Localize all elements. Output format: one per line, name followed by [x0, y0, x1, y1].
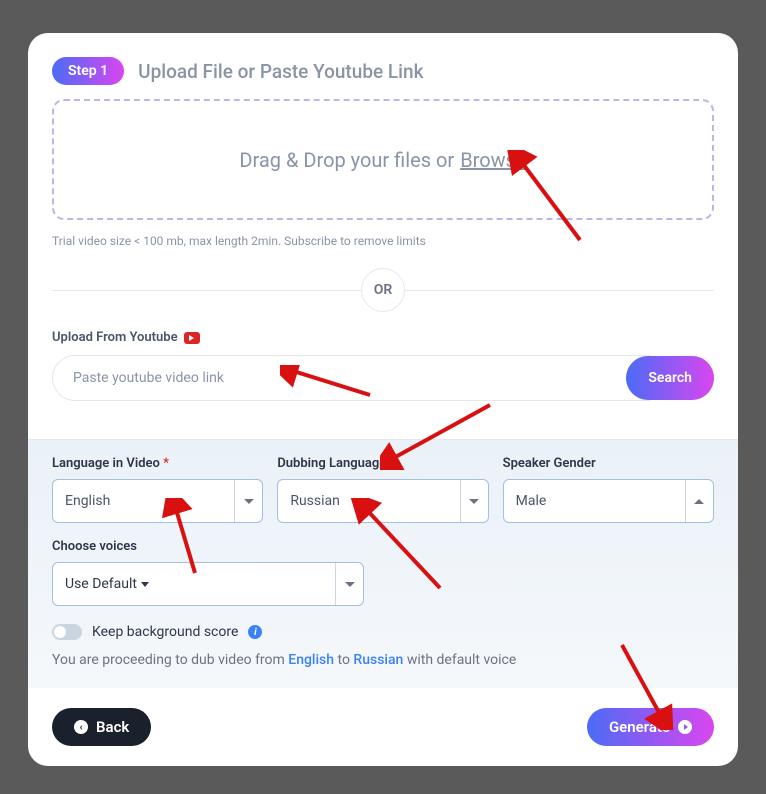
chevron-down-icon: [460, 480, 488, 522]
select-value: Russian: [290, 493, 340, 509]
proceed-note: You are proceeding to dub video from Eng…: [52, 652, 714, 668]
youtube-icon: [184, 332, 200, 344]
modal-header: Step 1 Upload File or Paste Youtube Link: [52, 57, 714, 85]
label-choose-voices: Choose voices: [52, 539, 714, 554]
back-circle-icon: ‹: [74, 720, 88, 734]
modal-footer: ‹ Back Generate: [52, 708, 714, 746]
field-language-in-video: Language in Video * English: [52, 456, 263, 523]
youtube-link-input[interactable]: [52, 355, 650, 401]
label-language-in-video: Language in Video *: [52, 456, 263, 471]
play-circle-icon: [678, 720, 692, 734]
select-speaker-gender[interactable]: Male: [503, 479, 714, 523]
back-button[interactable]: ‹ Back: [52, 708, 151, 746]
step-badge: Step 1: [52, 57, 124, 85]
upload-modal: Step 1 Upload File or Paste Youtube Link…: [28, 33, 738, 766]
browse-link[interactable]: Browse: [460, 148, 526, 172]
select-value: Male: [516, 493, 547, 509]
youtube-label: Upload From Youtube: [52, 330, 714, 345]
settings-panel: Language in Video * English Dubbing Lang…: [28, 439, 738, 688]
background-score-row: Keep background score i: [52, 624, 714, 640]
select-row: Language in Video * English Dubbing Lang…: [52, 456, 714, 523]
file-dropzone[interactable]: Drag & Drop your files or Browse: [52, 99, 714, 220]
select-dubbing-language[interactable]: Russian: [277, 479, 488, 523]
label-speaker-gender: Speaker Gender: [503, 456, 714, 471]
select-value: English: [65, 493, 110, 509]
or-badge: OR: [361, 268, 405, 312]
field-speaker-gender: Speaker Gender Male: [503, 456, 714, 523]
youtube-row: Search: [52, 355, 714, 401]
field-choose-voices: Choose voices Use Default: [52, 539, 714, 606]
modal-title: Upload File or Paste Youtube Link: [138, 60, 423, 83]
select-value: Use Default: [65, 576, 149, 592]
keep-background-score-toggle[interactable]: [52, 624, 82, 640]
chevron-up-icon: [685, 480, 713, 522]
or-divider: OR: [52, 268, 714, 312]
label-dubbing-language: Dubbing Language*: [277, 456, 488, 471]
trial-note: Trial video size < 100 mb, max length 2m…: [52, 234, 714, 248]
select-language-in-video[interactable]: English: [52, 479, 263, 523]
select-choose-voices[interactable]: Use Default: [52, 562, 364, 606]
chevron-down-icon: [234, 480, 262, 522]
field-dubbing-language: Dubbing Language* Russian: [277, 456, 488, 523]
dropzone-text: Drag & Drop your files or: [239, 148, 454, 172]
generate-button[interactable]: Generate: [587, 708, 714, 746]
toggle-label: Keep background score: [92, 624, 238, 640]
search-button[interactable]: Search: [626, 356, 714, 400]
chevron-down-icon: [335, 563, 363, 605]
info-icon[interactable]: i: [248, 625, 262, 639]
